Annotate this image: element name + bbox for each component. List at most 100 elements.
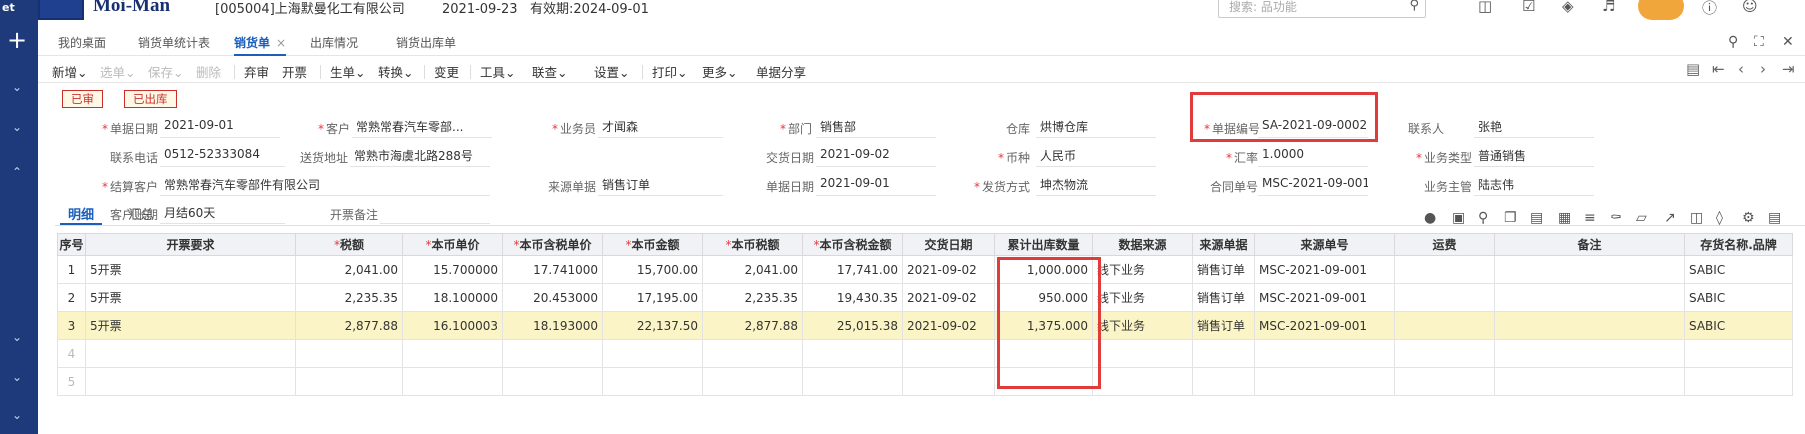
table-cell[interactable]: 2021-09-02: [902, 255, 995, 284]
table-cell[interactable]: 2: [57, 283, 86, 312]
tab-desktop[interactable]: 我的桌面: [58, 34, 106, 56]
column-header[interactable]: 运费: [1394, 233, 1495, 256]
table-cell[interactable]: 16.100003: [402, 311, 503, 340]
help-icon[interactable]: ⓘ: [1702, 0, 1717, 18]
column-header[interactable]: 来源单号: [1254, 233, 1395, 256]
table-cell[interactable]: [1394, 283, 1495, 312]
table-row[interactable]: 5: [57, 367, 1793, 396]
column-header[interactable]: 累计出库数量: [994, 233, 1093, 256]
table-cell[interactable]: 25,015.38: [802, 311, 903, 340]
table-cell[interactable]: [295, 339, 403, 368]
chart-icon[interactable]: ▱: [1636, 210, 1647, 226]
table-cell[interactable]: MSC-2021-09-001: [1254, 311, 1395, 340]
document-icon[interactable]: ◫: [1478, 0, 1492, 15]
table-cell[interactable]: [502, 367, 603, 396]
table-cell[interactable]: SABIC: [1684, 283, 1793, 312]
table-cell[interactable]: 2,235.35: [702, 283, 803, 312]
table-cell[interactable]: 4: [57, 339, 86, 368]
table-cell[interactable]: [1192, 367, 1255, 396]
table-cell[interactable]: 销售订单: [1192, 283, 1255, 312]
table-cell[interactable]: [702, 367, 803, 396]
last-page-icon[interactable]: ⇥: [1782, 60, 1795, 78]
table-cell[interactable]: 2,041.00: [295, 255, 403, 284]
bell-icon[interactable]: ♬: [1602, 0, 1615, 15]
chevron-up-icon[interactable]: ⌃: [12, 165, 22, 179]
tree-icon[interactable]: ◫: [1690, 210, 1703, 226]
table-cell[interactable]: [85, 367, 296, 396]
table-cell[interactable]: [1684, 367, 1793, 396]
table-cell[interactable]: 销售订单: [1192, 255, 1255, 284]
save-button[interactable]: 保存⌄: [148, 62, 183, 81]
link-query-button[interactable]: 联查⌄: [532, 62, 567, 81]
export-icon[interactable]: ↗: [1664, 210, 1676, 226]
chevron-down-icon[interactable]: ⌄: [12, 408, 22, 422]
fullscreen-icon[interactable]: ⛶: [1754, 34, 1764, 50]
more-button[interactable]: 更多⌄: [702, 62, 737, 81]
table-cell[interactable]: [1254, 367, 1395, 396]
table-cell[interactable]: 2,877.88: [295, 311, 403, 340]
lightbulb-icon[interactable]: ●: [1424, 210, 1436, 226]
table-cell[interactable]: [702, 339, 803, 368]
invoice-note-field[interactable]: [380, 204, 490, 224]
plus-icon[interactable]: +: [7, 28, 27, 52]
tag-icon[interactable]: ◊: [1716, 210, 1723, 226]
table-cell[interactable]: 5开票: [85, 255, 296, 284]
settle-cust-field[interactable]: 常熟常春汽车零部件有限公司: [160, 176, 490, 196]
preview-icon[interactable]: ▤: [1686, 60, 1700, 78]
table-cell[interactable]: 5开票: [85, 283, 296, 312]
search-input[interactable]: 搜索: 品功能 ⚲: [1218, 0, 1426, 18]
column-header[interactable]: 备注: [1494, 233, 1685, 256]
tools-button[interactable]: 工具⌄: [480, 62, 515, 81]
table-cell[interactable]: 2,041.00: [702, 255, 803, 284]
table-cell[interactable]: [1494, 367, 1685, 396]
shield-icon[interactable]: ◈: [1562, 0, 1574, 15]
table-row[interactable]: 1 5开票 2,041.00 15.700000 17.741000 15,700.00 2…: [57, 255, 1793, 284]
table-row[interactable]: 2 5开票 2,235.35 18.100000 20.453000 17,195.00 2…: [57, 283, 1793, 312]
lock-icon[interactable]: ▤: [1768, 210, 1781, 226]
table-cell[interactable]: [902, 367, 995, 396]
table-cell[interactable]: 17.741000: [502, 255, 603, 284]
align-icon[interactable]: ≡: [1584, 210, 1596, 226]
new-button[interactable]: 新增⌄: [52, 62, 87, 81]
prev-page-icon[interactable]: ‹: [1738, 60, 1744, 78]
table-cell[interactable]: 2,235.35: [295, 283, 403, 312]
table-cell[interactable]: [802, 339, 903, 368]
table-cell[interactable]: [1254, 339, 1395, 368]
table-cell[interactable]: [1494, 283, 1685, 312]
chevron-down-icon[interactable]: ⌄: [12, 120, 22, 134]
first-page-icon[interactable]: ⇤: [1712, 60, 1725, 78]
table-cell[interactable]: 18.193000: [502, 311, 603, 340]
table-cell[interactable]: [295, 367, 403, 396]
invoice-button[interactable]: 开票: [282, 62, 307, 81]
column-header[interactable]: 数据来源: [1092, 233, 1193, 256]
select-bill-button[interactable]: 选单⌄: [100, 62, 135, 81]
table-cell[interactable]: 线下业务: [1092, 311, 1193, 340]
column-header[interactable]: *本币税额: [702, 233, 803, 256]
column-header[interactable]: 交货日期: [902, 233, 995, 256]
table-cell[interactable]: [1494, 339, 1685, 368]
address-field[interactable]: 常熟市海虞北路288号: [350, 147, 490, 167]
supervisor-field[interactable]: 陆志伟: [1474, 176, 1594, 196]
table-cell[interactable]: MSC-2021-09-001: [1254, 283, 1395, 312]
subtab-detail[interactable]: 明细: [68, 204, 94, 223]
subtab-summary[interactable]: 汇总: [128, 204, 154, 223]
table-row[interactable]: 3 5开票 2,877.88 16.100003 18.193000 22,137.50 2…: [57, 311, 1793, 340]
column-header[interactable]: *本币金额: [602, 233, 703, 256]
unapprove-button[interactable]: 弃审: [244, 62, 269, 81]
filter-icon[interactable]: ⚰: [1610, 210, 1622, 226]
table-cell[interactable]: 2021-09-02: [902, 311, 995, 340]
close-icon[interactable]: ✕: [1782, 34, 1794, 50]
table-cell[interactable]: 1: [57, 255, 86, 284]
avatar[interactable]: [1638, 0, 1684, 20]
table-cell[interactable]: [602, 367, 703, 396]
convert-button[interactable]: 转换⌄: [378, 62, 413, 81]
share-button[interactable]: 单据分享: [756, 62, 806, 81]
table-cell[interactable]: 18.100000: [402, 283, 503, 312]
tab-sales-bill[interactable]: 销货单 ×: [234, 34, 287, 56]
table-cell[interactable]: 22,137.50: [602, 311, 703, 340]
settings-button[interactable]: 设置⌄: [594, 62, 629, 81]
column-header[interactable]: 存货名称.品牌: [1684, 233, 1793, 256]
column-header[interactable]: 来源单据: [1192, 233, 1255, 256]
scan-icon[interactable]: ▣: [1452, 210, 1465, 226]
contact-field[interactable]: 张艳: [1474, 118, 1594, 138]
